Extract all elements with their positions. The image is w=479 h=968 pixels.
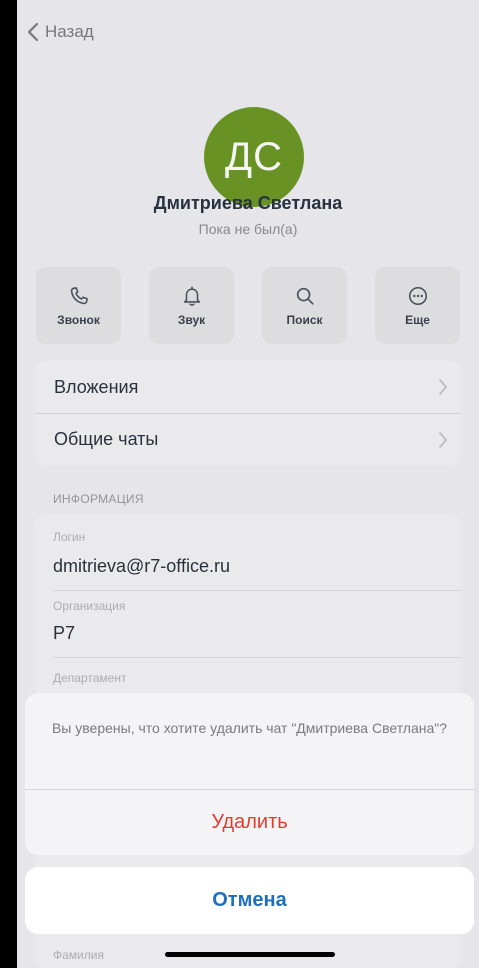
contact-profile-screen: Назад ДС Дмитриева Светлана Пока не был(… bbox=[17, 0, 479, 968]
cancel-button[interactable]: Отмена bbox=[25, 867, 474, 934]
delete-button[interactable]: Удалить bbox=[25, 790, 474, 855]
home-indicator bbox=[165, 952, 335, 957]
confirm-message: Вы уверены, что хотите удалить чат "Дмит… bbox=[51, 720, 448, 736]
delete-chat-action-sheet: Вы уверены, что хотите удалить чат "Дмит… bbox=[25, 693, 474, 855]
